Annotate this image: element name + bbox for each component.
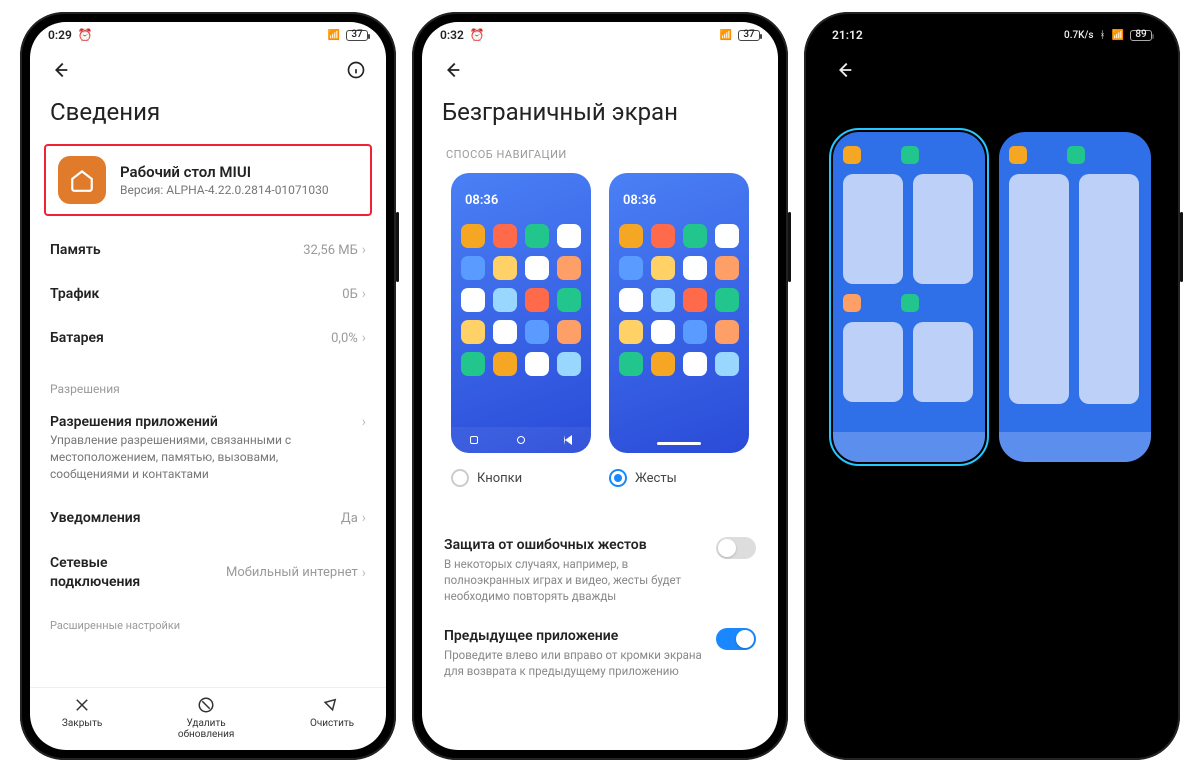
setting-prev-app[interactable]: Предыдущее приложение Проведите влево ил…: [422, 616, 778, 691]
permissions-section-label: Разрешения: [30, 360, 386, 400]
signal-icon: 📶: [1112, 30, 1124, 41]
layout-option-1[interactable]: [833, 132, 985, 462]
battery-icon: 37: [346, 30, 368, 41]
row-permissions[interactable]: Разрешения приложений Управление разреше…: [50, 400, 366, 496]
phone-frame-1: 0:29 ⏰ 📶 37 Сведения Рабочий стол MIUI: [20, 12, 396, 760]
clear-button[interactable]: Очистить: [310, 696, 354, 740]
radio-icon: [609, 469, 627, 487]
layout-option-2[interactable]: [999, 132, 1151, 462]
radio-gestures[interactable]: Жесты: [609, 469, 749, 487]
toggle-prev-app[interactable]: [716, 628, 756, 650]
status-bar: 21:12 0.7K/s ᚼ 📶 89: [814, 22, 1170, 48]
extended-section-label: Расширенные настройки: [30, 605, 386, 634]
status-time: 0:32: [440, 28, 464, 42]
bottom-action-bar: Закрыть Удалить обновления Очистить: [30, 687, 386, 750]
dock-bar: [999, 432, 1151, 462]
app-version: Версия: ALPHA-4.22.0.2814-01071030: [120, 183, 329, 197]
gesture-line-icon: [657, 442, 701, 445]
status-time: 0:29: [48, 28, 72, 42]
screen-1: 0:29 ⏰ 📶 37 Сведения Рабочий стол MIUI: [30, 22, 386, 750]
back-button[interactable]: [46, 56, 74, 84]
battery-icon: 89: [1130, 30, 1152, 41]
nav-method-label: СПОСОБ НАВИГАЦИИ: [422, 144, 778, 173]
top-bar: [422, 48, 778, 92]
screen-3: 21:12 0.7K/s ᚼ 📶 89: [814, 22, 1170, 750]
layout-picker: [814, 92, 1170, 750]
nav-buttons-bar: [451, 427, 591, 453]
row-traffic[interactable]: Трафик 0Б›: [50, 272, 366, 316]
phone-frame-2: 0:32 ⏰ 📶 37 Безграничный экран СПОСОБ НА…: [412, 12, 788, 760]
back-button[interactable]: [438, 56, 466, 84]
radio-icon: [451, 469, 469, 487]
signal-icon: 📶: [328, 30, 340, 41]
row-network[interactable]: Сетевые подключения Мобильный интернет›: [50, 540, 366, 604]
page-title: Безграничный экран: [422, 92, 778, 144]
app-info-card[interactable]: Рабочий стол MIUI Версия: ALPHA-4.22.0.2…: [44, 144, 372, 216]
app-name: Рабочий стол MIUI: [120, 163, 329, 181]
status-bar: 0:29 ⏰ 📶 37: [30, 22, 386, 48]
battery-icon: 37: [738, 30, 760, 41]
info-list: Память 32,56 МБ› Трафик 0Б› Батарея 0,0%…: [30, 216, 386, 360]
row-battery[interactable]: Батарея 0,0%›: [50, 316, 366, 360]
row-notifications[interactable]: Уведомления Да›: [50, 496, 366, 540]
row-memory[interactable]: Память 32,56 МБ›: [50, 228, 366, 272]
page-title: Сведения: [30, 92, 386, 144]
bluetooth-icon: ᚼ: [1100, 30, 1106, 41]
dock-bar: [833, 432, 985, 462]
screen-2: 0:32 ⏰ 📶 37 Безграничный экран СПОСОБ НА…: [422, 22, 778, 750]
uninstall-updates-button[interactable]: Удалить обновления: [166, 696, 246, 740]
close-button[interactable]: Закрыть: [62, 696, 102, 740]
nav-radio-group: Кнопки Жесты: [422, 453, 778, 495]
signal-icon: 📶: [720, 30, 732, 41]
toggle-protect[interactable]: [716, 537, 756, 559]
alarm-icon: ⏰: [78, 28, 93, 42]
setting-protect[interactable]: Защита от ошибочных жестов В некоторых с…: [422, 525, 778, 616]
status-speed: 0.7K/s: [1064, 30, 1094, 41]
status-time: 21:12: [832, 28, 863, 42]
phone-frame-3: 21:12 0.7K/s ᚼ 📶 89: [804, 12, 1180, 760]
top-bar: [30, 48, 386, 92]
home-icon: [58, 156, 106, 204]
status-bar: 0:32 ⏰ 📶 37: [422, 22, 778, 48]
preview-buttons[interactable]: 08:36: [451, 173, 591, 453]
preview-gestures[interactable]: 08:36: [609, 173, 749, 453]
alarm-icon: ⏰: [470, 28, 485, 42]
info-button[interactable]: [342, 56, 370, 84]
back-button[interactable]: [830, 56, 858, 84]
top-bar: [814, 48, 1170, 92]
nav-previews: 08:36 08:36: [422, 173, 778, 453]
radio-buttons[interactable]: Кнопки: [451, 469, 591, 487]
chevron-right-icon: ›: [362, 242, 366, 258]
